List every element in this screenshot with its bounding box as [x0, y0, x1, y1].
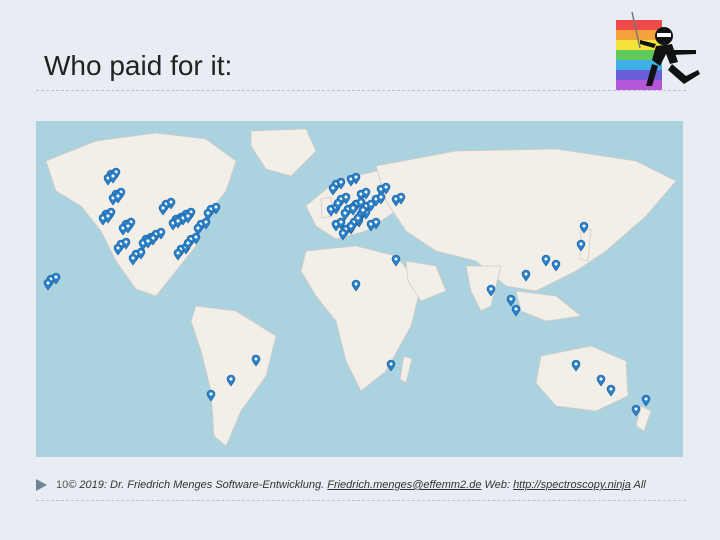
ninja-logo-icon: [616, 11, 700, 90]
map-marker-dot: [151, 236, 155, 240]
land-madagascar: [399, 355, 413, 384]
map-marker-dot: [574, 362, 578, 366]
footer: 10© 2019: Dr. Friedrich Menges Software-…: [56, 479, 720, 491]
map-marker-dot: [161, 206, 165, 210]
map-marker-dot: [196, 226, 200, 230]
map-marker-dot: [354, 175, 358, 179]
map-marker-dot: [644, 397, 648, 401]
map-marker-dot: [544, 257, 548, 261]
map-marker-dot: [489, 287, 493, 291]
title-divider: [36, 90, 686, 91]
map-marker-dot: [206, 211, 210, 215]
map-marker-dot: [344, 195, 348, 199]
map-marker-dot: [116, 194, 120, 198]
land-greenland: [250, 128, 317, 177]
map-marker-dot: [139, 250, 143, 254]
map-marker-dot: [394, 257, 398, 261]
map-marker-dot: [554, 262, 558, 266]
map-marker-dot: [399, 195, 403, 199]
map-marker-dot: [339, 180, 343, 184]
map-marker-dot: [131, 256, 135, 260]
map-marker-dot: [634, 407, 638, 411]
map-marker-dot: [186, 241, 190, 245]
map-marker-dot: [116, 246, 120, 250]
email-link[interactable]: Friedrich.menges@effemm2.de: [327, 479, 481, 491]
map-marker-dot: [229, 377, 233, 381]
map-marker-dot: [369, 202, 373, 206]
map-marker-dot: [169, 200, 173, 204]
map-marker-dot: [186, 214, 190, 218]
map-marker-dot: [214, 205, 218, 209]
map-marker-dot: [176, 251, 180, 255]
website-link[interactable]: http://spectroscopy.ninja: [513, 479, 631, 491]
logo-stripe: [616, 80, 662, 90]
map-marker-dot: [106, 214, 110, 218]
map-marker-dot: [159, 230, 163, 234]
map-marker-dot: [356, 216, 360, 220]
map-marker-dot: [111, 174, 115, 178]
play-arrow-icon: [36, 479, 47, 491]
map-marker-dot: [374, 220, 378, 224]
map-marker-dot: [331, 186, 335, 190]
land-se-asia: [515, 290, 582, 322]
map-marker-dot: [254, 357, 258, 361]
map-landmasses: [45, 128, 677, 447]
map-marker-dot: [341, 231, 345, 235]
footer-divider: [36, 500, 686, 501]
map-marker-dot: [379, 195, 383, 199]
copyright-text: © 2019: Dr. Friedrich Menges Software-En…: [68, 479, 325, 491]
map-marker-dot: [349, 224, 353, 228]
map-marker-dot: [336, 201, 340, 205]
map-marker-dot: [351, 206, 355, 210]
map-marker-dot: [176, 219, 180, 223]
map-marker-dot: [354, 282, 358, 286]
page-number: 10: [56, 479, 69, 491]
map-marker-dot: [54, 275, 58, 279]
map-marker-dot: [599, 377, 603, 381]
map-marker-dot: [343, 211, 347, 215]
map-marker-dot: [361, 208, 365, 212]
map-marker-dot: [509, 297, 513, 301]
map-marker-dot: [194, 235, 198, 239]
map-marker-dot: [209, 392, 213, 396]
map-marker-dot: [609, 387, 613, 391]
map-marker-dot: [339, 220, 343, 224]
map-marker-dot: [579, 242, 583, 246]
footer-trailing: All: [630, 479, 646, 491]
map-marker-dot: [146, 239, 150, 243]
map-marker-dot: [389, 362, 393, 366]
map-marker-dot: [46, 281, 50, 285]
map-marker-dot: [524, 272, 528, 276]
map-marker-dot: [204, 220, 208, 224]
map-marker-dot: [582, 224, 586, 228]
map-marker-dot: [514, 307, 518, 311]
world-map[interactable]: [36, 121, 683, 457]
map-marker-dot: [384, 185, 388, 189]
web-label: Web:: [481, 479, 514, 491]
land-australia: [535, 345, 629, 412]
map-marker-dot: [126, 224, 130, 228]
map-marker-dot: [364, 190, 368, 194]
slide-title: Who paid for it:: [44, 50, 233, 81]
logo-stripe: [616, 20, 662, 30]
map-marker-dot: [124, 240, 128, 244]
land-india: [465, 265, 502, 312]
map-marker-dot: [359, 200, 363, 204]
